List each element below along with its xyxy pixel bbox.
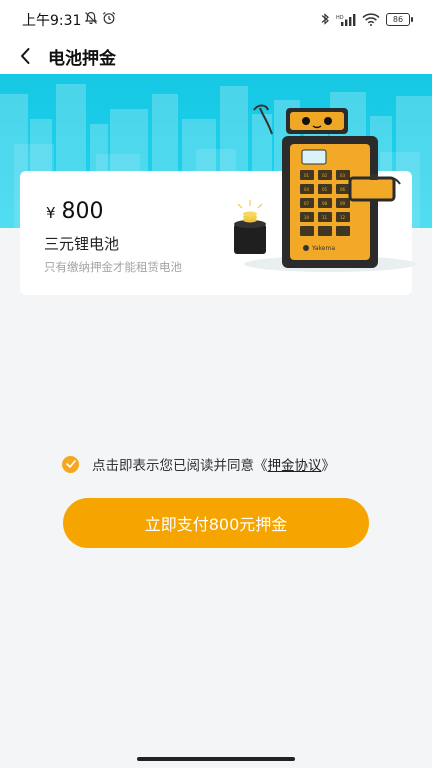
svg-text:02: 02 bbox=[322, 173, 328, 178]
bluetooth-icon bbox=[321, 13, 329, 25]
svg-text:07: 07 bbox=[304, 201, 310, 206]
currency-symbol: ¥ bbox=[46, 204, 56, 222]
battery-type-label: 三元锂电池 bbox=[44, 235, 120, 253]
wifi-icon bbox=[362, 13, 380, 26]
status-right-icons: HD 86 bbox=[320, 12, 413, 26]
svg-text:09: 09 bbox=[340, 201, 346, 206]
back-button[interactable] bbox=[12, 43, 38, 69]
page-title: 电池押金 bbox=[48, 49, 116, 69]
agreement-row: 点击即表示您已阅读并同意《 押金协议》 bbox=[62, 454, 335, 474]
svg-text:HD: HD bbox=[336, 15, 344, 21]
svg-text:04: 04 bbox=[304, 187, 310, 192]
check-icon bbox=[65, 460, 76, 468]
agreement-suffix: 》 bbox=[321, 458, 336, 474]
battery-cabinet-illustration: 01 02 03 04 05 06 07 08 09 10 11 12 Yakema bbox=[234, 104, 416, 272]
deposit-price: ¥800 bbox=[46, 199, 104, 224]
alarm-icon bbox=[102, 11, 116, 25]
agreement-checkbox[interactable] bbox=[62, 455, 79, 473]
home-indicator[interactable] bbox=[137, 757, 295, 761]
deposit-amount: 800 bbox=[61, 199, 104, 224]
svg-text:05: 05 bbox=[322, 187, 328, 192]
svg-text:01: 01 bbox=[304, 173, 310, 178]
pay-deposit-button[interactable]: 立即支付800元押金 bbox=[63, 498, 369, 548]
svg-text:06: 06 bbox=[340, 187, 346, 192]
notifications-muted-icon bbox=[84, 11, 98, 25]
nav-bar: 电池押金 bbox=[0, 40, 432, 74]
agreement-prefix: 点击即表示您已阅读并同意《 bbox=[92, 458, 268, 474]
svg-text:12: 12 bbox=[340, 215, 346, 220]
chevron-left-icon bbox=[21, 48, 30, 64]
status-time: 上午9:31 bbox=[22, 13, 82, 29]
battery-indicator: 86 bbox=[386, 12, 413, 26]
signal-icon: HD bbox=[336, 13, 356, 26]
deposit-hint: 只有缴纳押金才能租赁电池 bbox=[44, 260, 182, 274]
svg-text:11: 11 bbox=[322, 215, 328, 220]
svg-text:08: 08 bbox=[322, 201, 328, 206]
svg-text:03: 03 bbox=[340, 173, 346, 178]
brand-logo: Yakema bbox=[311, 245, 335, 252]
status-bar: 上午9:31 HD 86 bbox=[0, 0, 432, 40]
svg-text:10: 10 bbox=[304, 215, 310, 220]
status-left-icons bbox=[84, 11, 116, 25]
deposit-agreement-link[interactable]: 押金协议 bbox=[268, 454, 322, 474]
